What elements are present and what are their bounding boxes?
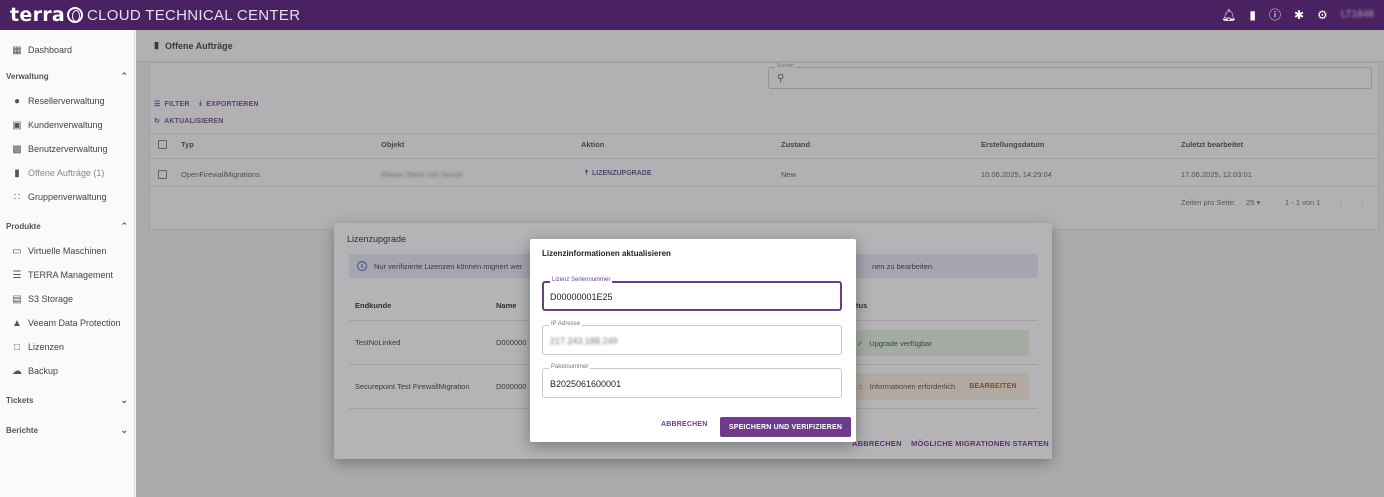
sidebar: ▦ Dashboard Verwaltung ⌃ ● Resellerverwa…	[0, 30, 135, 497]
ip-address-field[interactable]: IP Adresse 217.243.188.249	[542, 321, 842, 355]
sidebar-item-label: Dashboard	[28, 45, 73, 55]
sidebar-item-auftraege[interactable]: ▮ Offene Aufträge (1)	[12, 167, 105, 179]
sidebar-item-label: Virtuelle Maschinen	[28, 246, 107, 256]
brand-name: terra	[10, 4, 66, 26]
sidebar-item-label: Veeam Data Protection	[28, 318, 121, 328]
monitor-icon: ▭	[12, 245, 22, 257]
lock-icon: ▲	[12, 317, 22, 329]
sidebar-item-label: Offene Aufträge (1)	[28, 168, 105, 178]
sidebar-item-label: Benutzerverwaltung	[28, 144, 108, 154]
user-card-icon: ▩	[12, 143, 22, 155]
sidebar-section-produkte[interactable]: Produkte ⌃	[6, 221, 128, 232]
license-icon: □	[13, 341, 21, 353]
cancel-button[interactable]: ABBRECHEN	[661, 421, 708, 428]
field-value: 217.243.188.249	[550, 336, 618, 346]
sidebar-item-label: Resellerverwaltung	[28, 96, 105, 106]
dashboard-icon: ▦	[12, 44, 22, 56]
sidebar-item-label: Lizenzen	[28, 342, 65, 352]
brand-subtitle: CLOUD TECHNICAL CENTER	[87, 6, 301, 24]
chevron-down-icon: ⌄	[120, 425, 128, 435]
storage-icon: ▤	[12, 293, 22, 305]
field-value: B2025061600001	[550, 379, 622, 389]
section-label: Verwaltung	[6, 72, 49, 81]
section-label: Produkte	[6, 222, 41, 231]
sidebar-item-benutzer[interactable]: ▩ Benutzerverwaltung	[12, 143, 108, 155]
field-value: D00000001E25	[550, 292, 613, 302]
sidebar-item-label: Gruppenverwaltung	[28, 192, 107, 202]
help-icon[interactable]: ⓘ	[1269, 9, 1281, 21]
globe-icon	[67, 7, 84, 23]
sidebar-item-reseller[interactable]: ● Resellerverwaltung	[12, 95, 105, 107]
group-icon: ∷	[13, 191, 21, 203]
save-verify-button[interactable]: SPEICHERN UND VERIFIZIEREN	[720, 417, 851, 437]
sidebar-section-verwaltung[interactable]: Verwaltung ⌃	[6, 71, 128, 82]
sidebar-item-vm[interactable]: ▭ Virtuelle Maschinen	[12, 245, 107, 257]
sidebar-section-tickets[interactable]: Tickets ⌄	[6, 395, 128, 406]
top-bar: terra CLOUD TECHNICAL CENTER 🔔︎ ▮ ⓘ ✱ ⚙︎…	[0, 0, 1384, 30]
bell-icon[interactable]: 🔔︎	[1221, 9, 1236, 21]
sidebar-item-kunden[interactable]: ▣ Kundenverwaltung	[12, 119, 103, 131]
section-label: Tickets	[6, 396, 34, 405]
gear-icon[interactable]: ⚙︎	[1317, 9, 1328, 21]
brand-logo[interactable]: terra CLOUD TECHNICAL CENTER	[10, 4, 300, 26]
cloud-icon: ☁	[12, 365, 22, 377]
dialog-title: Lizenzinformationen aktualisieren	[542, 249, 671, 258]
settings-icon[interactable]: ✱	[1294, 9, 1304, 21]
sidebar-item-label: TERRA Management	[28, 270, 114, 280]
sidebar-item-label: Backup	[28, 366, 59, 376]
field-label: IP Adresse	[549, 321, 582, 327]
sidebar-section-berichte[interactable]: Berichte ⌄	[6, 425, 128, 436]
sidebar-item-s3[interactable]: ▤ S3 Storage	[12, 293, 74, 305]
building-icon: ▣	[12, 119, 22, 131]
serial-number-field[interactable]: Lizenz Seriennummer D00000001E25	[542, 277, 842, 311]
sidebar-item-label: Kundenverwaltung	[28, 120, 103, 130]
license-info-dialog: Lizenzinformationen aktualisieren Lizenz…	[530, 239, 856, 442]
chevron-up-icon: ⌃	[120, 221, 128, 231]
reseller-icon: ●	[13, 95, 21, 107]
sidebar-item-backup[interactable]: ☁ Backup	[12, 365, 59, 377]
field-label: Lizenz Seriennummer	[550, 277, 613, 283]
sidebar-item-label: S3 Storage	[28, 294, 74, 304]
package-number-field[interactable]: Paketnummer B2025061600001	[542, 364, 842, 398]
sidebar-item-lizenzen[interactable]: □ Lizenzen	[12, 341, 65, 353]
list-icon: ☰	[12, 269, 22, 281]
document-icon: ▮	[14, 167, 20, 179]
field-label: Paketnummer	[549, 364, 591, 370]
chevron-down-icon: ⌄	[120, 395, 128, 405]
sidebar-item-management[interactable]: ☰ TERRA Management	[12, 269, 114, 281]
sidebar-item-veeam[interactable]: ▲ Veeam Data Protection	[12, 317, 121, 329]
sidebar-item-dashboard[interactable]: ▦ Dashboard	[12, 44, 73, 56]
section-label: Berichte	[6, 426, 39, 435]
sidebar-item-gruppen[interactable]: ∷ Gruppenverwaltung	[12, 191, 107, 203]
document-icon[interactable]: ▮	[1249, 9, 1256, 21]
chevron-up-icon: ⌃	[120, 71, 128, 81]
user-menu[interactable]: LT1848	[1341, 10, 1374, 20]
